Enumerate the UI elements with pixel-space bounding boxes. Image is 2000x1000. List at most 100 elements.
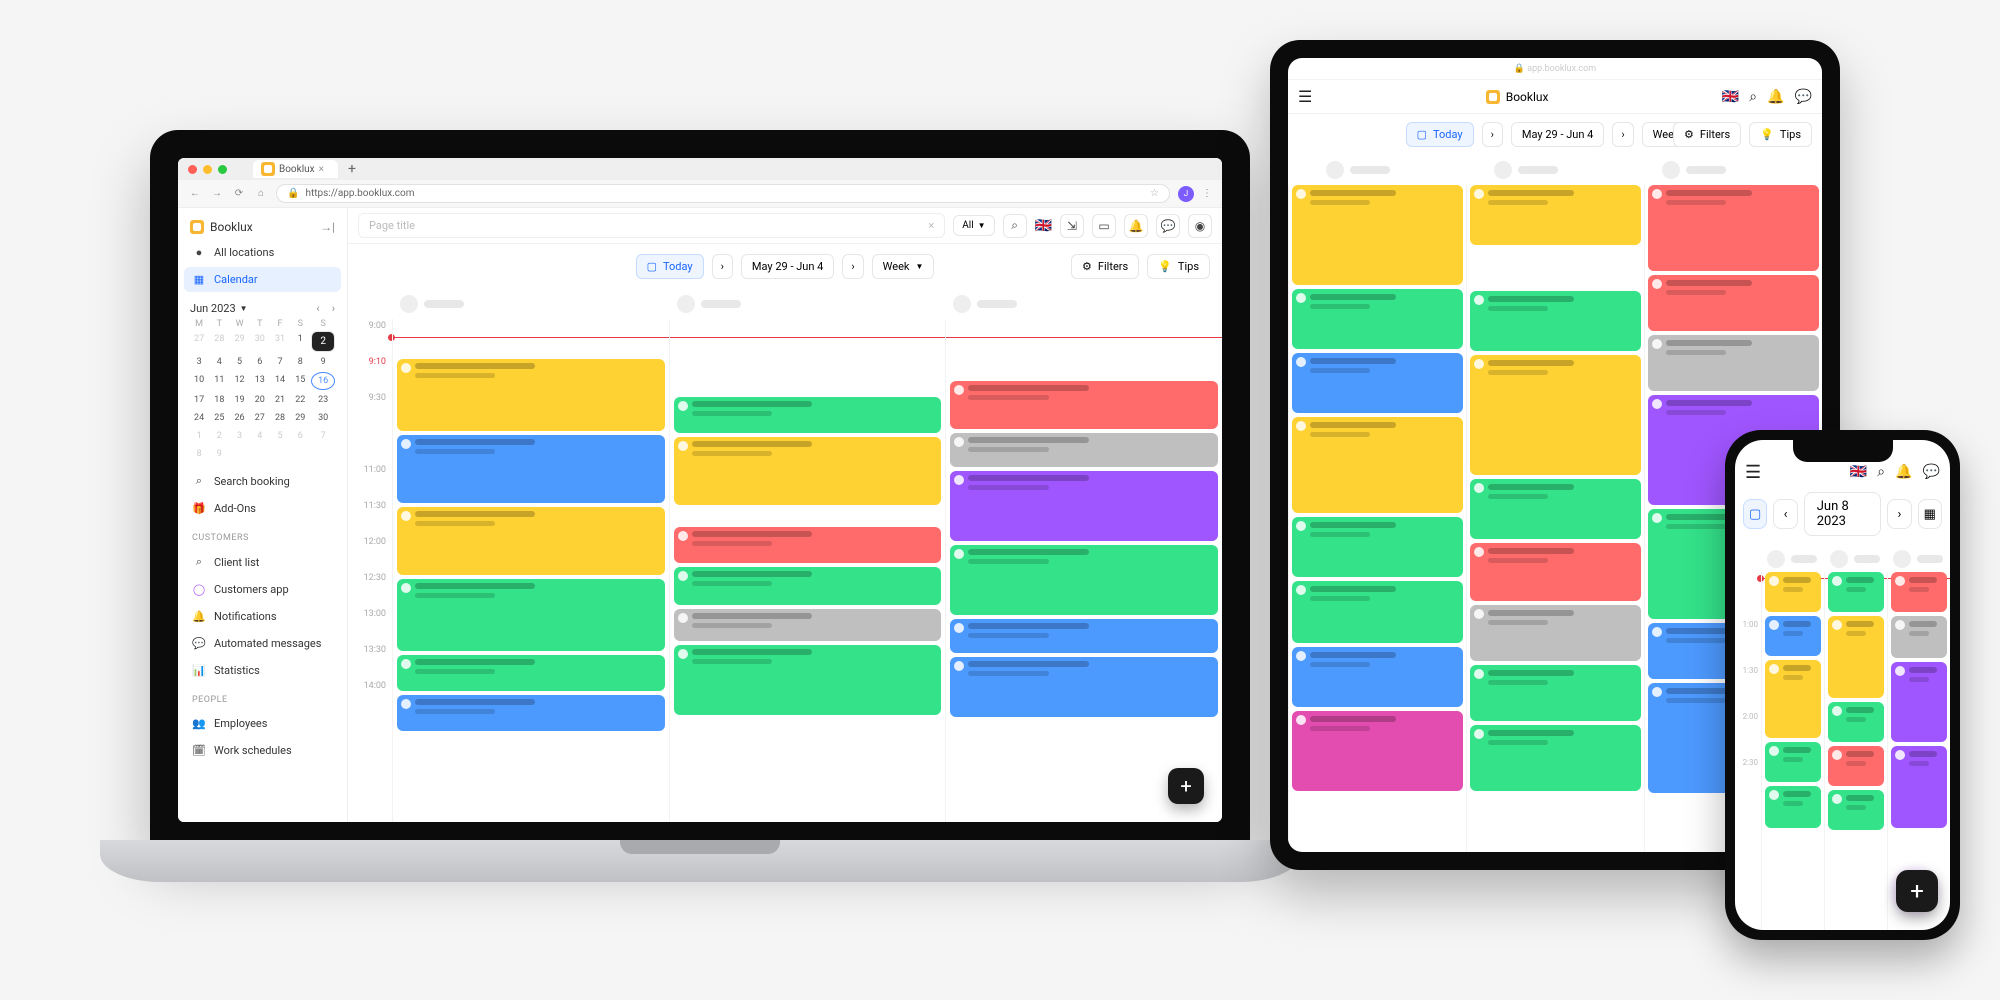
mini-cal-day[interactable]: 17: [190, 392, 208, 408]
date-range-button[interactable]: May 29 - Jun 4: [741, 254, 834, 279]
calendar-event[interactable]: [397, 359, 665, 431]
search-icon[interactable]: ⌕: [1749, 89, 1757, 105]
today-button[interactable]: ▢: [1743, 499, 1767, 529]
search-button[interactable]: ⌕: [1003, 214, 1027, 238]
mini-cal-day[interactable]: 4: [251, 428, 269, 444]
mini-cal-day[interactable]: 20: [251, 392, 269, 408]
today-button[interactable]: ▢ Today: [636, 254, 704, 279]
column-header[interactable]: [1486, 155, 1654, 185]
calendar-slots[interactable]: [392, 319, 1222, 822]
calendar-event[interactable]: [1828, 616, 1884, 698]
calendar-event[interactable]: [1828, 702, 1884, 742]
page-title-input[interactable]: Page title ×: [358, 213, 945, 238]
sidebar-item-statistics[interactable]: 📊 Statistics: [184, 658, 341, 683]
column-header[interactable]: [1824, 546, 1887, 572]
calendar-event[interactable]: [674, 609, 942, 641]
account-button[interactable]: ◉: [1188, 214, 1212, 238]
sidebar-item-search-booking[interactable]: ⌕ Search booking: [184, 468, 341, 494]
mini-cal-day[interactable]: 31: [271, 331, 289, 352]
brand-row[interactable]: Booklux →|: [184, 216, 341, 238]
mini-cal-day[interactable]: 27: [251, 410, 269, 426]
mini-cal-day[interactable]: 1: [190, 428, 208, 444]
calendar-event[interactable]: [1470, 355, 1641, 475]
chat-icon[interactable]: 💬: [1795, 89, 1812, 105]
calendar-event[interactable]: [1891, 616, 1947, 658]
calendar-event[interactable]: [1292, 417, 1463, 513]
mini-cal-prev-icon[interactable]: ‹: [316, 302, 319, 315]
calendar-event[interactable]: [1470, 725, 1641, 791]
sidebar-item-client-list[interactable]: ⌕ Client list: [184, 549, 341, 575]
mini-cal-day[interactable]: 13: [251, 372, 269, 390]
column-header[interactable]: [945, 289, 1222, 319]
mini-cal-day[interactable]: 6: [291, 428, 309, 444]
mini-cal-day[interactable]: 28: [210, 331, 228, 352]
calendar-column[interactable]: [392, 319, 669, 822]
calendar-column[interactable]: [945, 319, 1222, 822]
messages-button[interactable]: 💬: [1156, 214, 1180, 238]
calendar-event[interactable]: [950, 545, 1218, 615]
flag-uk-icon[interactable]: 🇬🇧: [1722, 89, 1739, 105]
mini-cal-day[interactable]: 24: [190, 410, 208, 426]
tab-close-icon[interactable]: ×: [319, 164, 324, 175]
mini-cal-day[interactable]: 21: [271, 392, 289, 408]
clear-input-icon[interactable]: ×: [928, 219, 934, 232]
calendar-event[interactable]: [1828, 790, 1884, 830]
flag-uk-icon[interactable]: 🇬🇧: [1035, 218, 1052, 234]
category-select[interactable]: All ▼: [953, 215, 994, 236]
today-button[interactable]: ▢ Today: [1406, 122, 1474, 147]
window-max-dot[interactable]: [218, 165, 227, 174]
tips-button[interactable]: 💡Tips: [1749, 122, 1812, 147]
mini-cal-day[interactable]: 25: [210, 410, 228, 426]
browser-profile-avatar[interactable]: J: [1178, 186, 1194, 202]
calendar-event[interactable]: [1470, 479, 1641, 539]
bell-icon[interactable]: 🔔: [1895, 464, 1912, 480]
mini-cal-day[interactable]: 2: [210, 428, 228, 444]
mini-cal-day[interactable]: 7: [311, 428, 335, 444]
sidebar-item-customers-app[interactable]: ◯ Customers app: [184, 577, 341, 602]
calendar-event[interactable]: [1292, 647, 1463, 707]
calendar-event[interactable]: [674, 567, 942, 605]
mini-cal-day[interactable]: 28: [271, 410, 289, 426]
calendar-event[interactable]: [1648, 185, 1819, 271]
calendar-event[interactable]: [1765, 742, 1821, 782]
calendar-event[interactable]: [950, 657, 1218, 717]
prev-day-button[interactable]: ‹: [1773, 499, 1797, 529]
sidebar-item-employees[interactable]: 👥 Employees: [184, 711, 341, 736]
calendar-event[interactable]: [674, 645, 942, 715]
window-min-dot[interactable]: [203, 165, 212, 174]
menu-icon[interactable]: ☰: [1745, 462, 1761, 483]
column-header[interactable]: [1318, 155, 1486, 185]
calendar-event[interactable]: [674, 437, 942, 505]
notifications-button[interactable]: 🔔: [1124, 214, 1148, 238]
sidebar-item-work-schedules[interactable]: 🗓 Work schedules: [184, 738, 341, 763]
view-select[interactable]: Week ▼: [872, 254, 935, 279]
calendar-event[interactable]: [950, 381, 1218, 429]
calendar-event[interactable]: [1292, 185, 1463, 285]
bell-icon[interactable]: 🔔: [1767, 89, 1784, 105]
chat-icon[interactable]: 💬: [1923, 464, 1940, 480]
column-header[interactable]: [1887, 546, 1950, 572]
calendar-column[interactable]: [1824, 572, 1887, 930]
mini-cal-day[interactable]: 12: [230, 372, 248, 390]
calendar-event[interactable]: [1648, 275, 1819, 331]
mini-cal-day[interactable]: 16: [311, 372, 335, 390]
calendar-event[interactable]: [1648, 335, 1819, 391]
mini-cal-day[interactable]: 8: [291, 354, 309, 370]
mini-cal-day[interactable]: 8: [190, 446, 208, 462]
nav-fwd-icon[interactable]: →: [210, 188, 224, 199]
mini-cal-day[interactable]: 1: [291, 331, 309, 352]
calendar-event[interactable]: [1765, 660, 1821, 738]
mini-cal-day[interactable]: 5: [230, 354, 248, 370]
browser-tab[interactable]: Booklux ×: [253, 160, 338, 178]
new-tab-button[interactable]: +: [348, 161, 356, 177]
sidebar-item-add-ons[interactable]: 🎁 Add-Ons: [184, 496, 341, 521]
contacts-button[interactable]: ▭: [1092, 214, 1116, 238]
mini-cal-day[interactable]: 14: [271, 372, 289, 390]
calendar-column[interactable]: [1761, 572, 1824, 930]
next-day-button[interactable]: ›: [1887, 499, 1911, 529]
calendar-event[interactable]: [1470, 291, 1641, 351]
calendar-event[interactable]: [1891, 662, 1947, 742]
nav-back-icon[interactable]: ←: [188, 188, 202, 199]
flag-uk-icon[interactable]: 🇬🇧: [1850, 464, 1867, 480]
chevron-down-icon[interactable]: ▼: [240, 304, 248, 313]
